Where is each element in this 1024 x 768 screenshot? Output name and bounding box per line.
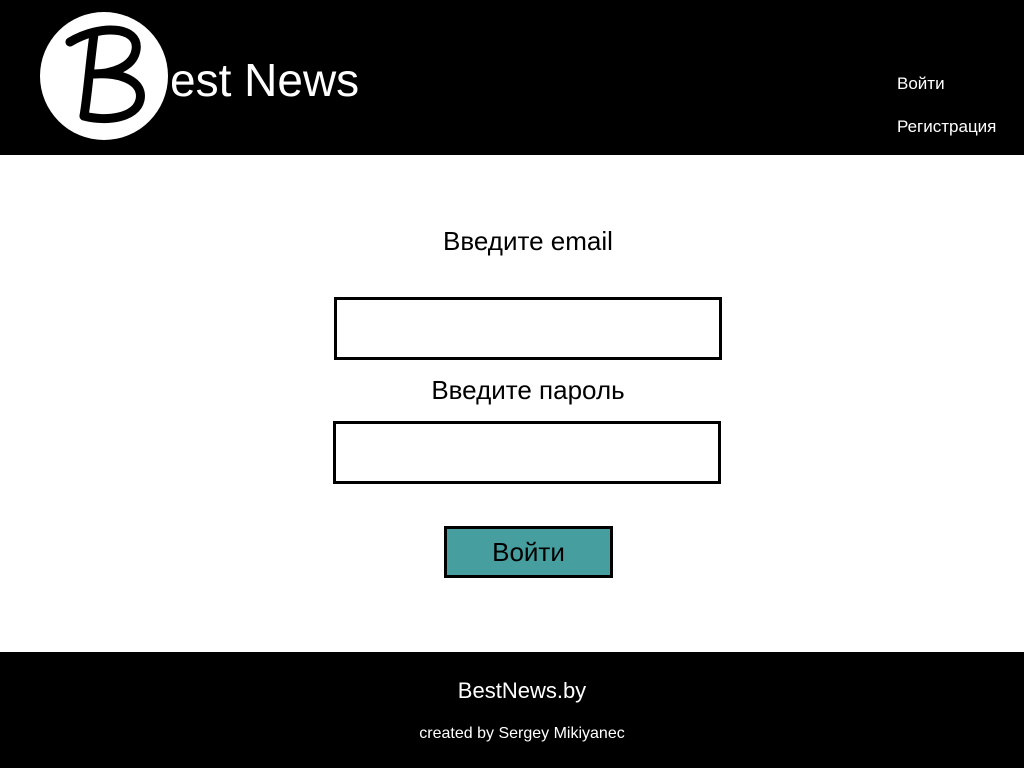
nav-register-link[interactable]: Регистрация [897,117,996,137]
site-footer: BestNews.by created by Sergey Mikiyanec [0,652,1024,768]
email-input[interactable] [334,297,722,360]
nav-login-link[interactable]: Войти [897,74,945,94]
email-label: Введите email [443,226,613,256]
logo-text: est News [170,54,360,106]
footer-credit: created by Sergey Mikiyanec [419,725,625,742]
login-submit-button[interactable]: Войти [444,526,613,578]
site-header: est News Войти Регистрация [0,0,1024,155]
password-input[interactable] [333,421,721,484]
login-page: est News Войти Регистрация Введите email… [0,0,1024,768]
password-label: Введите пароль [431,375,625,405]
logo-b-icon [65,25,145,124]
site-logo[interactable]: est News [40,12,540,142]
footer-site-name: BestNews.by [457,678,587,703]
